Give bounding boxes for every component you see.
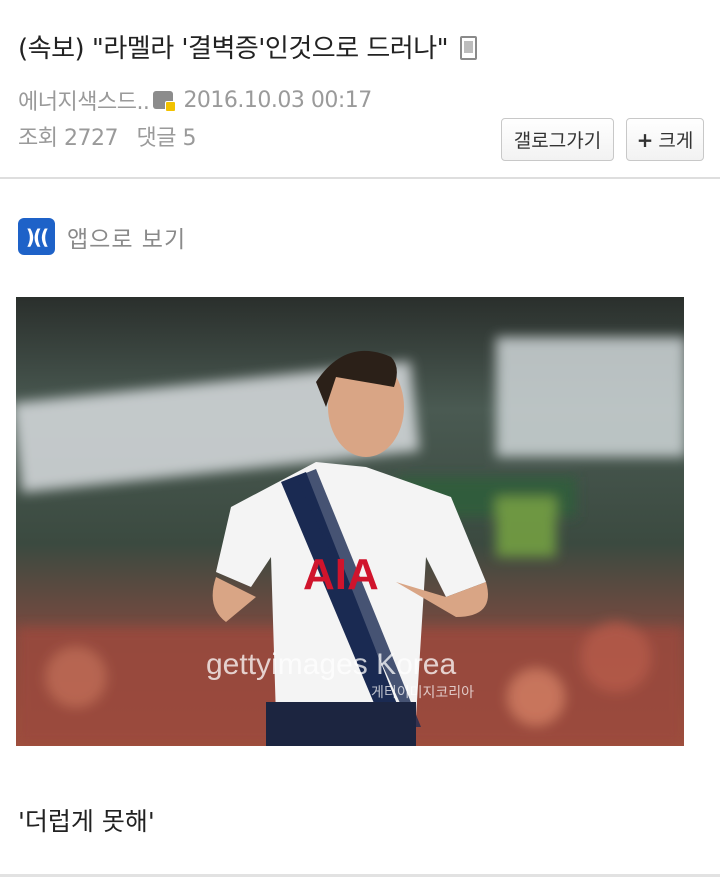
mobile-icon <box>460 35 478 60</box>
post-title: (속보) "라멜라 '결벽증'인것으로 드러나" <box>18 28 478 65</box>
fixed-nickname-icon <box>153 91 177 112</box>
author-name[interactable]: 에너지색스드.. <box>18 84 150 116</box>
post-image[interactable]: AIA gettyimages Korea 게티이미지코리아 <box>16 297 684 746</box>
post-title-text: (속보) "라멜라 '결벽증'인것으로 드러나" <box>18 34 449 64</box>
comments-count: 5 <box>182 126 196 151</box>
comments-label: 댓글 <box>136 126 176 151</box>
open-in-app-label: 앱으로 보기 <box>67 226 187 253</box>
post-meta-stats: 조회 2727 댓글 5 <box>18 120 196 152</box>
watermark-text: gettyimages Korea <box>206 648 456 681</box>
enlarge-button-label: 크게 <box>658 130 694 152</box>
views-count: 2727 <box>63 126 119 151</box>
open-in-app-link[interactable]: )(( 앱으로 보기 <box>18 218 186 255</box>
enlarge-button[interactable]: + 크게 <box>626 118 704 161</box>
football-player-photo: AIA gettyimages Korea 게티이미지코리아 <box>16 297 684 746</box>
gallog-button-label: 갤로그가기 <box>513 130 602 152</box>
post-meta-author: 에너지색스드.. 2016.10.03 00:17 <box>18 84 372 116</box>
post-body-text: '더럽게 못해' <box>18 807 155 836</box>
app-logo-icon: )(( <box>18 218 55 255</box>
plus-icon: + <box>636 127 654 152</box>
post-datetime: 2016.10.03 00:17 <box>183 87 372 113</box>
views-label: 조회 <box>18 126 58 151</box>
post-header: (속보) "라멜라 '결벽증'인것으로 드러나" 에너지색스드.. 2016.1… <box>0 0 720 179</box>
shirt-sponsor-text: AIA <box>303 550 379 599</box>
watermark-subtext: 게티이미지코리아 <box>371 685 474 701</box>
gallog-button[interactable]: 갤로그가기 <box>501 118 614 161</box>
